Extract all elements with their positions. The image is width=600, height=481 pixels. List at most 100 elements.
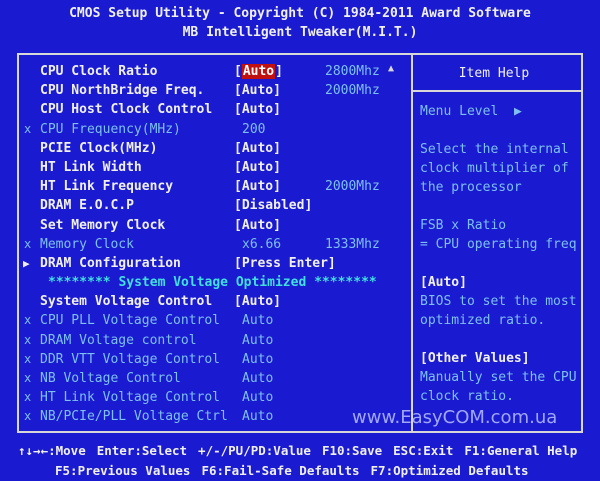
disabled-mark: x xyxy=(24,236,32,251)
menu-item-label: DRAM E.O.C.P xyxy=(40,198,134,214)
menu-item-ht-link-width[interactable]: HT Link Width [Auto] xyxy=(20,158,410,177)
disabled-mark: x xyxy=(24,313,32,328)
item-help-panel: Item Help Menu Level ▶ Select the intern… xyxy=(420,62,580,404)
menu-item-value: x6.66 xyxy=(242,236,282,252)
help-line: = CPU operating freq xyxy=(420,237,577,252)
menu-item-value[interactable]: [Disabled] xyxy=(234,196,312,215)
help-line: Manually set the CPU xyxy=(420,370,577,385)
disabled-mark: x xyxy=(24,332,32,347)
menu-item-value: Auto xyxy=(242,313,274,329)
menu-level-label: Menu Level xyxy=(420,104,499,119)
menu-item-value[interactable]: [Auto] xyxy=(234,139,281,158)
help-title-divider xyxy=(413,90,583,92)
menu-item-label: PCIE Clock(MHz) xyxy=(40,140,158,156)
menu-item-label: DDR VTT Voltage Control xyxy=(40,351,221,367)
disabled-mark: x xyxy=(24,390,32,405)
help-line: optimized ratio. xyxy=(420,313,546,328)
menu-item-set-memory-clock[interactable]: Set Memory Clock [Auto] xyxy=(20,216,410,235)
help-heading: [Auto] xyxy=(420,275,467,290)
disabled-mark: x xyxy=(24,351,32,366)
key-previous-values: F5:Previous Values xyxy=(55,463,191,478)
menu-item-value[interactable]: [Auto] xyxy=(234,292,281,311)
menu-item-label: CPU Frequency(MHz) xyxy=(40,121,181,137)
menu-item-value[interactable]: [Auto] xyxy=(234,158,281,177)
menu-item-label: System Voltage Control xyxy=(40,294,213,310)
page-title: MB Intelligent Tweaker(M.I.T.) xyxy=(182,25,418,40)
menu-item-ddr-vtt-voltage: x DDR VTT Voltage Control Auto xyxy=(20,350,410,369)
key-fail-safe-defaults: F6:Fail-Safe Defaults xyxy=(201,463,360,478)
menu-item-value: Auto xyxy=(242,409,274,425)
watermark: www.EasyCOM.com.ua xyxy=(352,407,558,428)
menu-item-label: DRAM Voltage control xyxy=(40,332,197,348)
menu-item-label: CPU PLL Voltage Control xyxy=(40,313,221,329)
menu-item-ht-link-frequency[interactable]: HT Link Frequency [Auto] 2000Mhz xyxy=(20,177,410,196)
selected-value[interactable]: Auto xyxy=(241,64,276,79)
disabled-mark: x xyxy=(24,371,32,385)
menu-item-dram-configuration[interactable]: ▶ DRAM Configuration [Press Enter] xyxy=(20,254,410,273)
help-line: clock ratio. xyxy=(420,389,514,404)
menu-item-label: CPU Host Clock Control xyxy=(40,102,213,118)
settings-menu: CPU Clock Ratio [Auto] 2800Mhz CPU North… xyxy=(20,62,410,427)
menu-item-cpu-pll-voltage: x CPU PLL Voltage Control Auto xyxy=(20,311,410,330)
menu-item-label: DRAM Configuration xyxy=(40,255,181,271)
menu-item-label: Memory Clock xyxy=(40,236,134,252)
menu-item-value[interactable]: [Auto] xyxy=(234,100,281,119)
menu-item-value: Auto xyxy=(242,371,274,386)
menu-item-dram-voltage: x DRAM Voltage control Auto xyxy=(20,331,410,350)
menu-item-ht-link-voltage: x HT Link Voltage Control Auto xyxy=(20,388,410,407)
key-save: F10:Save xyxy=(321,443,383,458)
menu-item-dram-eocp[interactable]: DRAM E.O.C.P [Disabled] xyxy=(20,196,410,215)
menu-item-cpu-host-clock-control[interactable]: CPU Host Clock Control [Auto] xyxy=(20,100,410,119)
menu-item-value[interactable]: [Auto] xyxy=(234,216,281,235)
menu-item-cpu-northbridge-freq[interactable]: CPU NorthBridge Freq. [Auto] 2000Mhz xyxy=(20,81,410,100)
key-exit: ESC:Exit xyxy=(393,443,454,458)
menu-item-info: 2000Mhz xyxy=(325,179,380,195)
menu-item-label: HT Link Frequency xyxy=(40,179,174,195)
section-header-voltage: ******** System Voltage Optimized ******… xyxy=(20,273,410,292)
disabled-mark: x xyxy=(24,121,32,136)
app-title: CMOS Setup Utility - Copyright (C) 1984-… xyxy=(69,6,531,21)
menu-item-cpu-frequency: x CPU Frequency(MHz) 200 xyxy=(20,120,410,139)
menu-item-label: NB Voltage Control xyxy=(40,371,181,386)
key-legend-line1: ↑↓→←:Move Enter:Select +/-/PU/PD:Value F10:… xyxy=(18,440,577,461)
menu-item-info: 2000Mhz xyxy=(325,83,380,99)
menu-item-value: Auto xyxy=(242,332,274,348)
panel-divider xyxy=(411,55,413,431)
menu-item-cpu-clock-ratio[interactable]: CPU Clock Ratio [Auto] 2800Mhz xyxy=(20,62,410,81)
help-text: Select the internal clock multiplier of … xyxy=(420,140,580,406)
key-optimized-defaults: F7:Optimized Defaults xyxy=(370,463,529,478)
bracket-open: [ xyxy=(234,64,242,79)
menu-item-label: NB/PCIe/PLL Voltage Ctrl xyxy=(40,409,228,425)
help-title: Item Help xyxy=(458,66,530,81)
menu-item-value[interactable]: [Auto] xyxy=(234,81,281,100)
help-line: the processor xyxy=(420,180,522,195)
help-line: FSB x Ratio xyxy=(420,218,507,233)
menu-level-arrow-icon: ▶ xyxy=(513,104,522,119)
menu-item-value[interactable]: [Press Enter] xyxy=(234,254,336,273)
help-line: Select the internal xyxy=(420,142,569,157)
menu-level: Menu Level ▶ xyxy=(420,102,522,121)
bracket-close: ] xyxy=(275,64,283,79)
menu-item-value[interactable]: [Auto] xyxy=(234,62,283,81)
section-header-label: ******** System Voltage Optimized ******… xyxy=(48,275,377,291)
menu-item-system-voltage-control[interactable]: System Voltage Control [Auto] xyxy=(20,292,410,311)
menu-item-nb-voltage: x NB Voltage Control Auto xyxy=(20,369,410,388)
key-move: ↑↓→←:Move xyxy=(18,443,86,458)
menu-item-value: Auto xyxy=(242,390,274,406)
menu-item-value[interactable]: [Auto] xyxy=(234,177,281,196)
menu-item-label: CPU Clock Ratio xyxy=(40,64,158,79)
help-line: BIOS to set the most xyxy=(420,294,577,309)
menu-item-info: 1333Mhz xyxy=(325,236,380,252)
submenu-arrow-icon: ▶ xyxy=(23,256,30,270)
menu-item-info: 2800Mhz xyxy=(325,64,380,79)
title-bar: CMOS Setup Utility - Copyright (C) 1984-… xyxy=(0,4,600,42)
disabled-mark: x xyxy=(24,409,32,424)
menu-item-pcie-clock[interactable]: PCIE Clock(MHz) [Auto] xyxy=(20,139,410,158)
menu-item-label: CPU NorthBridge Freq. xyxy=(40,83,205,99)
help-heading: [Other Values] xyxy=(420,351,530,366)
key-legend-line2: F5:Previous Values F6:Fail-Safe Defaults F… xyxy=(55,460,529,481)
menu-item-label: HT Link Voltage Control xyxy=(40,390,221,406)
key-select: Enter:Select xyxy=(96,443,188,458)
key-general-help: F1:General Help xyxy=(464,443,578,458)
menu-item-label: Set Memory Clock xyxy=(40,217,166,233)
